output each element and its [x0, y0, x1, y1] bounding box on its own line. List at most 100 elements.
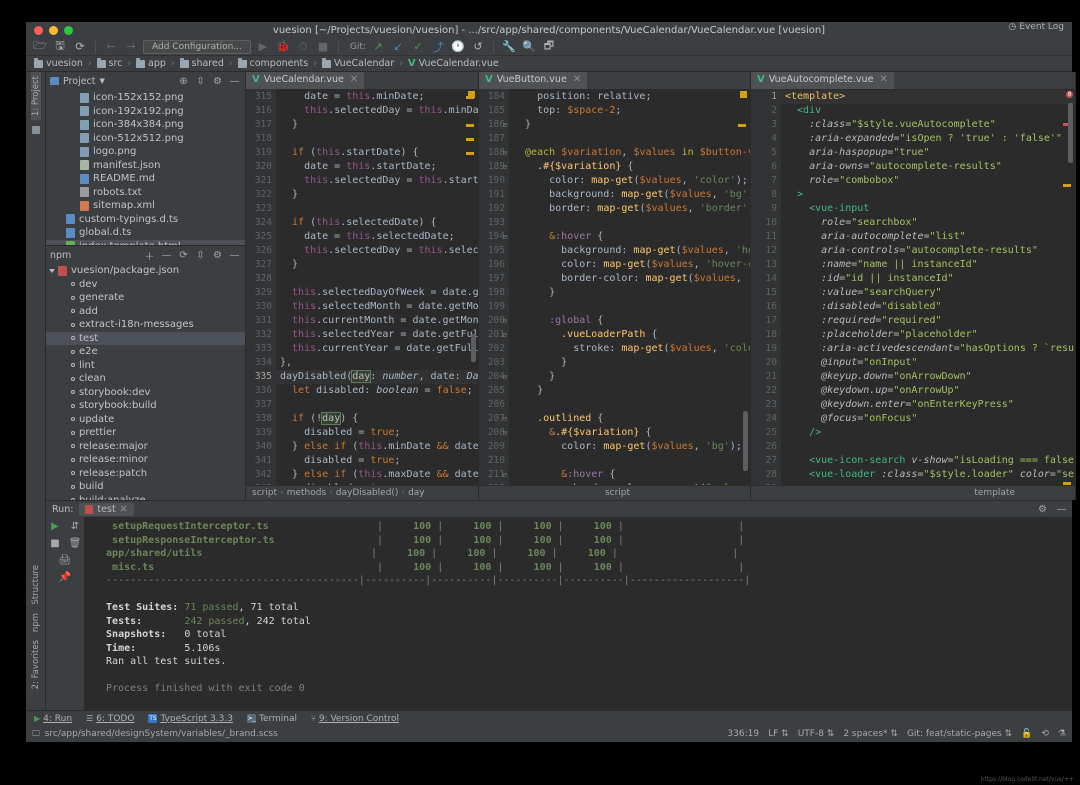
close-icon[interactable]: ✕	[573, 74, 581, 85]
collapse-all-icon[interactable]: ⇳	[194, 75, 207, 88]
lock-icon[interactable]: 🔓	[1021, 729, 1032, 739]
npm-script-item[interactable]: release:minor	[46, 453, 245, 467]
code-fold-icon[interactable]: ⊟	[501, 331, 509, 339]
breadcrumb-item[interactable]: dayDisabled()	[336, 488, 399, 498]
npm-script-item[interactable]: build	[46, 480, 245, 494]
tree-item[interactable]: icon-192x192.png	[46, 105, 245, 119]
tool-button-npm[interactable]: npm	[31, 609, 41, 636]
coverage-icon[interactable]: ⏱	[295, 40, 311, 54]
pin-icon[interactable]: 📌	[59, 571, 71, 583]
inspection-icon[interactable]: ⚗	[1058, 729, 1066, 739]
npm-script-item[interactable]: test	[46, 331, 245, 345]
sync-icon[interactable]: ⟳	[72, 40, 88, 54]
project-files-icon[interactable]	[31, 126, 40, 135]
wrench-icon[interactable]: 🔧	[501, 40, 517, 54]
project-panel-title-group[interactable]: Project ▼	[50, 76, 105, 87]
npm-script-item[interactable]: add	[46, 305, 245, 319]
tree-item[interactable]: logo.png	[46, 145, 245, 159]
sync-icon[interactable]: ⟲	[1041, 729, 1049, 739]
nav-item-vuecalendar[interactable]: VueCalendar	[320, 57, 396, 69]
debug-icon[interactable]: 🐞	[275, 40, 291, 54]
close-icon[interactable]: ✕	[120, 504, 128, 515]
revert-icon[interactable]: ↺	[470, 40, 486, 54]
breadcrumb-item[interactable]: day	[408, 488, 425, 498]
code-editor[interactable]: 1 2 3 4 5 6 7 8 9 10 11 12 13 14 15 16 17 18 19 20 21 22 23 24 2…	[751, 89, 1075, 485]
gear-icon[interactable]: ⚙	[211, 249, 224, 262]
locate-icon[interactable]: ⊕	[177, 75, 190, 88]
npm-script-item[interactable]: storybook:build	[46, 399, 245, 413]
tool-button-project[interactable]: 1: Project	[30, 72, 41, 121]
git-push-icon[interactable]: ⤴	[430, 40, 446, 54]
hide-panel-icon[interactable]: —	[1055, 503, 1068, 516]
breadcrumb-item[interactable]: methods	[287, 488, 326, 498]
forward-icon[interactable]: →	[123, 40, 139, 54]
npm-script-item[interactable]: extract-i18n-messages	[46, 318, 245, 332]
git-update-icon[interactable]: ↗	[370, 40, 386, 54]
rerun-icon[interactable]: ▶	[49, 520, 61, 532]
add-script-icon[interactable]: ＋	[143, 249, 156, 263]
test-console-output[interactable]: setupRequestInterceptor.ts | 100 | 100 |…	[84, 517, 1072, 710]
tree-item[interactable]: robots.txt	[46, 186, 245, 200]
code-fold-icon[interactable]: ⊟	[501, 233, 509, 241]
nav-item-components[interactable]: components	[236, 57, 311, 69]
caret-position[interactable]: 336:19	[727, 729, 759, 739]
npm-script-list[interactable]: vuesion/package.json dev generate add extrac…	[46, 264, 245, 500]
tool-button-favorites[interactable]: 2: Favorites	[31, 636, 41, 693]
trash-icon[interactable]: 🗑	[69, 537, 82, 549]
tool-button-version-control[interactable]: ⑂ 9: Version Control	[311, 714, 399, 724]
run-tab-test[interactable]: test ✕	[79, 502, 134, 516]
tree-item[interactable]: icon-384x384.png	[46, 118, 245, 132]
tool-button-todo[interactable]: ☰ 6: TODO	[86, 714, 134, 724]
tree-item[interactable]: icon-512x512.png	[46, 132, 245, 146]
breadcrumb-item[interactable]: script	[252, 488, 277, 498]
encoding-selector[interactable]: UTF-8 ⇅	[798, 729, 835, 739]
nav-item-vuecalendar-vue[interactable]: V VueCalendar.vue	[406, 58, 501, 69]
code-text-area[interactable]: position: relative; top: $space-2; } @ea…	[503, 89, 750, 485]
nav-item-vuesion[interactable]: vuesion	[32, 57, 85, 69]
gear-icon[interactable]: ⚙	[211, 75, 224, 88]
npm-script-item[interactable]: lint	[46, 359, 245, 373]
chevron-down-icon[interactable]: ▼	[100, 77, 105, 85]
npm-script-item[interactable]: dev	[46, 278, 245, 292]
run-configuration-selector[interactable]: Add Configuration...	[143, 39, 251, 54]
close-icon[interactable]: ✕	[879, 74, 887, 85]
vertical-scrollbar[interactable]	[1068, 103, 1073, 163]
stop-icon[interactable]: ■	[315, 40, 331, 54]
indent-selector[interactable]: 2 spaces* ⇅	[843, 729, 898, 739]
stop-icon[interactable]: ■	[49, 537, 61, 549]
tool-button-run[interactable]: ▶ 4: Run	[34, 714, 72, 724]
editor-tab[interactable]: V VueAutocomplete.vue ✕	[751, 72, 894, 89]
event-log-button[interactable]: ◷ Event Log	[1008, 22, 1064, 32]
nav-item-src[interactable]: src	[95, 57, 125, 69]
npm-script-item[interactable]: generate	[46, 291, 245, 305]
expand-arrow-icon[interactable]	[49, 268, 55, 273]
editor-tab[interactable]: V VueCalendar.vue ✕	[246, 72, 365, 89]
tree-item[interactable]: README.md	[46, 172, 245, 186]
code-fold-icon[interactable]: ⊟	[501, 429, 509, 437]
save-icon[interactable]: 🖫	[52, 39, 68, 54]
close-icon[interactable]: ✕	[350, 74, 358, 85]
tool-button-terminal[interactable]: >_ Terminal	[246, 714, 297, 724]
npm-script-item[interactable]: release:patch	[46, 467, 245, 481]
npm-script-item[interactable]: storybook:dev	[46, 386, 245, 400]
npm-script-item[interactable]: clean	[46, 372, 245, 386]
git-commit-icon[interactable]: ↙	[390, 40, 406, 54]
nav-item-shared[interactable]: shared	[178, 57, 226, 69]
collapse-all-icon[interactable]: ⇳	[194, 249, 207, 262]
gear-icon[interactable]: ⚙	[1036, 503, 1049, 516]
code-text-area[interactable]: <template> <div :class="$style.vueAutoco…	[781, 89, 1075, 485]
npm-script-item[interactable]: release:major	[46, 440, 245, 454]
code-fold-icon[interactable]: ⊟	[501, 121, 509, 129]
code-fold-icon[interactable]: ⊟	[501, 317, 509, 325]
tree-item[interactable]: sitemap.xml	[46, 199, 245, 213]
history-icon[interactable]: 🕐	[450, 40, 466, 54]
editor-tab[interactable]: V VueButton.vue ✕	[479, 72, 588, 89]
vertical-scrollbar[interactable]	[471, 334, 476, 362]
line-separator-selector[interactable]: LF ⇅	[768, 729, 789, 739]
code-text-area[interactable]: date = this.minDate; this.selectedDay = …	[276, 89, 478, 485]
search-icon[interactable]: 🔍	[521, 40, 537, 54]
breadcrumb-item[interactable]: script	[605, 488, 630, 498]
code-fold-icon[interactable]: ⊟	[501, 163, 509, 171]
tree-item[interactable]: global.d.ts	[46, 226, 245, 240]
git-check-icon[interactable]: ✓	[410, 40, 426, 54]
